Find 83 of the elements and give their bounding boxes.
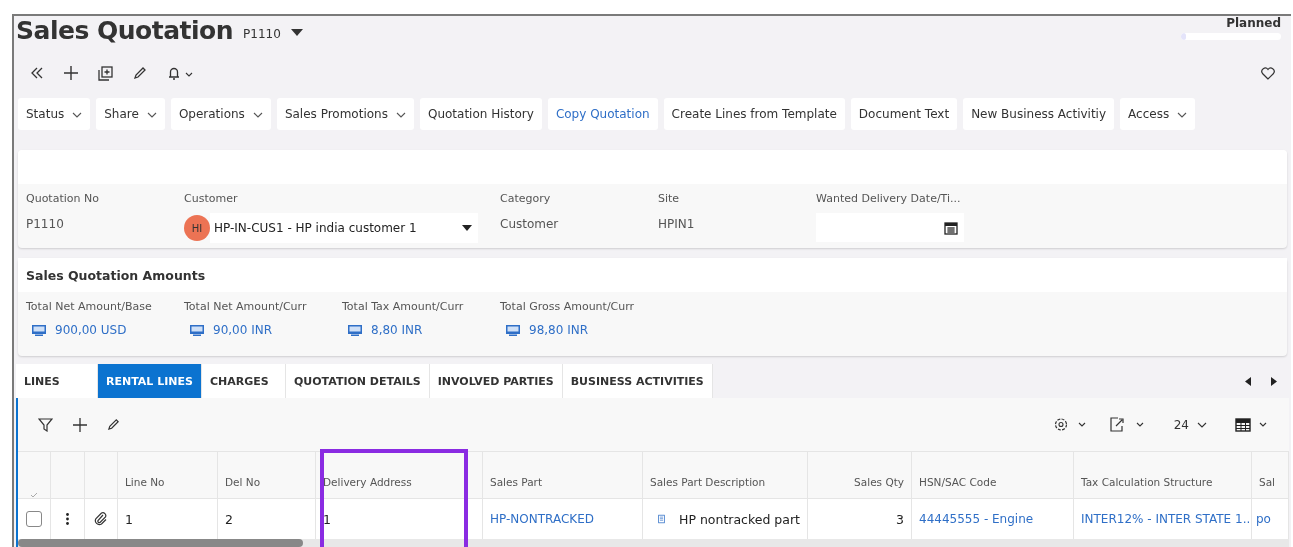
chevron-down-icon[interactable] [1197,421,1207,428]
field-label: Site [658,192,681,205]
chevron-down-icon[interactable] [395,112,406,118]
record-id: P1110 [243,26,281,41]
column-header[interactable]: Sal [1259,476,1276,488]
monitor-icon [32,324,46,336]
column-header[interactable]: Line No [125,476,165,488]
column-header[interactable]: Del No [225,476,261,488]
chevron-down-icon[interactable] [146,112,157,118]
date-field[interactable] [816,213,964,242]
chevron-down-icon[interactable] [1177,112,1188,118]
column-header[interactable]: Sales Part Description [650,476,766,488]
collapse-icon[interactable] [30,66,44,80]
settings-icon[interactable] [1053,417,1088,432]
chevron-down-icon[interactable] [252,112,263,118]
field-value: P1110 [26,216,65,231]
column-header[interactable]: Sales Qty [854,476,904,488]
scrollbar-thumb[interactable] [18,539,303,547]
amount-link[interactable]: 98,80 INR [529,323,589,337]
scroll-left-icon[interactable] [1245,376,1251,386]
action-button[interactable]: Operations [170,98,271,130]
table-cell: 1 [323,511,331,527]
page-size-dropdown[interactable]: 24 [1167,416,1213,433]
field-label: Customer [184,192,239,205]
field-value: Customer [500,216,560,231]
action-button[interactable]: Status [18,98,91,130]
column-header[interactable]: Delivery Address [323,476,412,488]
table-cell: HP nontracked part [679,511,800,527]
field-label: Total Tax Amount/Curr [342,300,465,313]
avatar: HI [184,215,210,241]
field-value: HPIN1 [658,216,696,231]
more-icon[interactable] [66,513,69,525]
field-label: Wanted Delivery Date/Ti... [816,192,962,205]
bell-icon[interactable] [167,65,195,81]
action-button[interactable]: Access [1120,98,1196,130]
calendar-icon[interactable] [944,220,958,235]
tab[interactable]: RENTAL LINES [98,364,202,398]
monitor-icon [348,324,362,336]
add-icon[interactable] [73,417,87,432]
column-header[interactable]: Tax Calculation Structure [1081,476,1213,488]
edit-icon[interactable] [133,66,147,80]
action-button[interactable]: Sales Promotions [276,98,414,130]
field-label: Total Net Amount/Base [26,300,153,313]
column-header[interactable]: Sales Part [490,476,542,488]
edit-icon[interactable] [107,418,120,431]
check-icon[interactable] [30,492,38,498]
customer-field[interactable]: HP-IN-CUS1 - HP india customer 1 [210,213,478,243]
section-title: Sales Quotation Amounts [26,267,206,283]
action-button[interactable]: New Business Activitiy [963,98,1115,130]
table-layout-icon[interactable] [1235,417,1269,432]
table-cell: 1 [125,511,133,527]
add-icon[interactable] [64,66,78,80]
status-label: Planned [1226,16,1281,30]
table-link[interactable]: po [1256,512,1271,526]
row-checkbox[interactable] [26,511,42,527]
amount-link[interactable]: 8,80 INR [371,323,423,337]
field-label: Category [500,192,552,205]
scroll-right-icon[interactable] [1271,376,1277,386]
table-cell: 3 [896,511,904,527]
action-button[interactable]: Document Text [850,98,958,130]
amount-link[interactable]: 90,00 INR [213,323,273,337]
monitor-icon [506,324,520,336]
chevron-down-icon[interactable] [72,112,83,118]
dropdown-arrow-icon[interactable] [462,225,472,231]
action-button[interactable]: Quotation History [419,98,542,130]
monitor-icon [190,324,204,336]
heart-icon[interactable] [1261,66,1275,80]
paperclip-icon[interactable] [94,512,108,526]
field-label: Quotation No [26,192,100,205]
duplicate-icon[interactable] [98,65,113,81]
action-button[interactable]: Copy Quotation [547,98,658,130]
column-header[interactable]: HSN/SAC Code [919,476,997,488]
field-label: Total Net Amount/Curr [184,300,308,313]
caret-icon[interactable] [290,28,303,37]
action-button[interactable]: Create Lines from Template [663,98,845,130]
table-cell: 2 [225,511,233,527]
field-label: Total Gross Amount/Curr [500,300,636,313]
filter-icon[interactable] [38,417,53,432]
page-title: Sales Quotation [16,16,234,45]
export-icon[interactable] [1109,417,1146,432]
document-icon[interactable] [658,512,665,526]
action-button[interactable]: Share [96,98,165,130]
amount-link[interactable]: 900,00 USD [55,323,127,337]
